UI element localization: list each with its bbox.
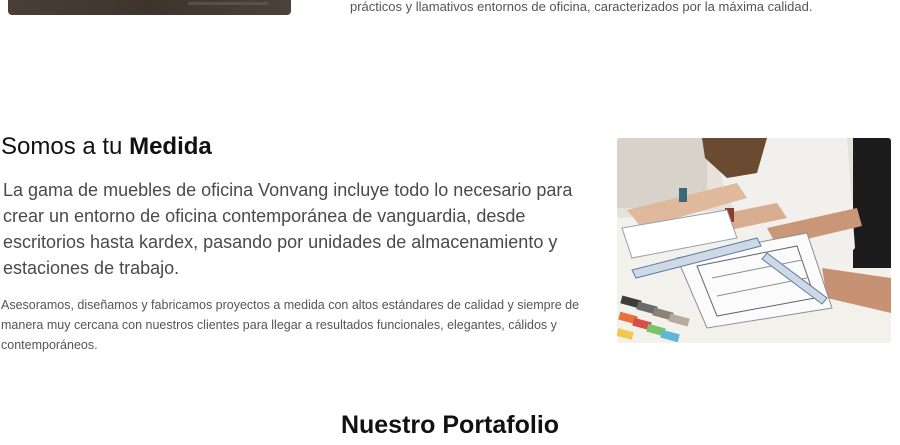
portfolio-title: Nuestro Portafolio [0, 409, 900, 441]
section-title-regular: Somos a tu [1, 133, 123, 160]
section-title-bold: Medida [129, 133, 212, 160]
section-title-medida: Somos a tu Medida [1, 133, 212, 161]
lead-paragraph: La gama de muebles de oficina Vonvang in… [3, 180, 573, 278]
portfolio-title-bold: Portafolio [442, 411, 560, 439]
portfolio-title-regular: Nuestro [340, 411, 436, 439]
design-meeting-illustration [617, 138, 891, 343]
body-paragraph: Asesoramos, diseñamos y fabricamos proye… [1, 298, 580, 352]
office-image-top [8, 0, 291, 15]
design-meeting-photo [617, 138, 891, 343]
intro-text: prácticos y llamativos entornos de ofici… [350, 0, 813, 14]
